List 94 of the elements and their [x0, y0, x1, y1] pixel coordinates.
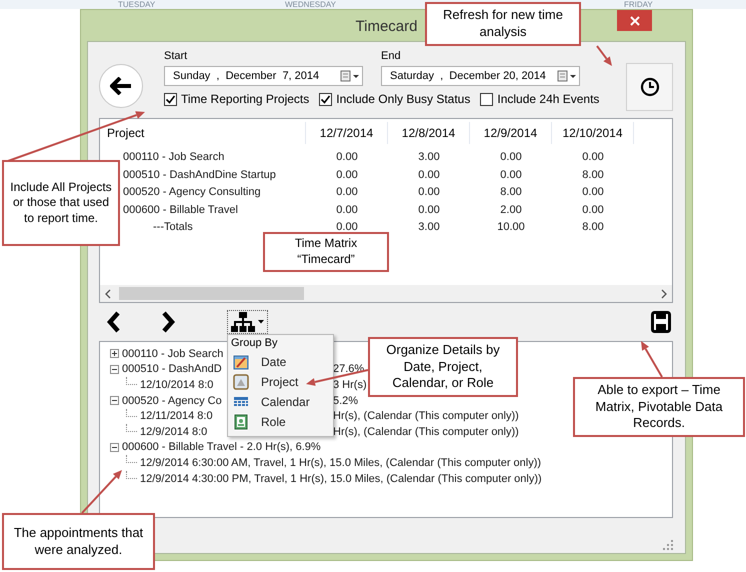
menu-item[interactable]: Role — [228, 412, 333, 432]
tree-item[interactable]: 000110 - Job Search — [122, 348, 224, 360]
tree-item-text: Hr(s), (Calendar (This computer only)) — [333, 426, 519, 438]
table-cell-text: 0.00 — [335, 185, 359, 200]
save-icon[interactable] — [651, 311, 671, 333]
badge-icon — [233, 414, 249, 430]
checkbox[interactable] — [319, 92, 332, 106]
close-icon — [630, 16, 640, 26]
calendar-day-header: WEDNESDAY — [285, 0, 336, 9]
table-cell-text: 0.00 — [581, 185, 605, 200]
menu-heading: Group By — [230, 337, 278, 351]
callout-arrow — [641, 341, 663, 378]
checkbox[interactable] — [480, 92, 494, 106]
chevron-right-icon[interactable] — [160, 311, 176, 333]
tree-item-text: 3 Hr(s) — [333, 378, 367, 391]
collapse-icon[interactable] — [110, 364, 119, 374]
hierarchy-icon — [231, 312, 255, 332]
window-title: Timecard — [356, 18, 418, 35]
checkbox-label: Include Only Busy Status — [336, 92, 470, 106]
table-cell-text: 0.00 — [499, 168, 523, 182]
menu-item[interactable]: Date — [228, 352, 333, 372]
table-cell-text: ---Totals — [152, 220, 194, 235]
tree-item[interactable]: 12/9/2014 8:0 — [140, 426, 208, 438]
table-cell-text: 0.00 — [335, 220, 359, 235]
tree-item[interactable]: 000520 - Agency Co — [122, 394, 222, 407]
scroll-left-icon[interactable] — [104, 288, 112, 298]
refresh-button[interactable] — [626, 63, 673, 111]
checkbox-label: Time Reporting Projects — [181, 92, 310, 106]
table-cell-text: 8.00 — [581, 220, 605, 235]
table-cell-text: 3.00 — [417, 220, 441, 235]
callout-note: Include All Projects or those that used to report time. — [2, 160, 120, 246]
table-cell-text: 0.00 — [335, 202, 359, 218]
table-cell-text: 10.00 — [496, 220, 526, 235]
table-cell-text: 2.00 — [499, 202, 523, 218]
table-cell-text: 8.00 — [581, 168, 605, 182]
column-header[interactable]: 12/9/2014 — [470, 122, 552, 144]
column-header[interactable]: 12/8/2014 — [388, 122, 470, 144]
tree-item[interactable]: 12/9/2014 6:30:00 AM, Travel, 1 Hr(s), 15.0 Miles, (Calendar (This computer only)) — [140, 456, 542, 469]
calendar-pencil-icon — [233, 354, 249, 370]
table-cell-text: 0.00 — [499, 150, 523, 165]
table-cell-text: 0.00 — [417, 185, 441, 200]
date-picker[interactable]: Saturday , December 20, 2014 — [381, 66, 580, 86]
column-header[interactable]: 12/10/2014 — [552, 122, 634, 144]
close-button[interactable] — [617, 10, 652, 31]
column-header[interactable]: 12/7/2014 — [306, 122, 388, 144]
callout-arrow — [81, 470, 122, 514]
callout-arrow — [596, 45, 612, 66]
calendar-dropdown-icon[interactable] — [340, 70, 360, 82]
date-picker[interactable]: Sunday , December 7, 2014 — [164, 66, 363, 86]
clock-icon — [640, 77, 660, 97]
callout-note: Refresh for new time analysis — [425, 2, 581, 46]
table-cell-text: 0.00 — [417, 202, 441, 218]
callout-note: Organize Details by Date, Project, Calendar, or Role — [368, 337, 518, 397]
collapse-icon[interactable] — [110, 396, 119, 406]
table-cell-text: 0.00 — [581, 202, 605, 218]
menu-item[interactable]: Project — [228, 372, 333, 392]
field-label: Start — [164, 50, 188, 62]
tree-item-text: Hr(s), (Calendar (This computer only)) — [333, 410, 519, 422]
tree-item-text: 5.2% — [333, 394, 358, 407]
horizontal-scrollbar[interactable] — [100, 285, 672, 302]
table-cell-text: 0.00 — [581, 150, 605, 165]
tree-item[interactable]: 12/9/2014 4:30:00 PM, Travel, 1 Hr(s), 15.0 Miles, (Calendar (This computer only)) — [140, 472, 542, 485]
table-cell-text: 000510 - DashAndDine Startup — [122, 168, 277, 182]
checkbox-label: Include 24h Events — [497, 92, 600, 106]
collapse-icon[interactable] — [110, 442, 119, 452]
callout-note: Time Matrix “Timecard” — [263, 232, 389, 272]
table-cell-text: 3.00 — [417, 150, 441, 165]
picture-icon — [233, 374, 249, 390]
expand-icon[interactable] — [110, 349, 119, 358]
tree-item[interactable]: 12/11/2014 8:0 — [140, 410, 213, 422]
tree-item[interactable]: 000510 - DashAndD — [122, 363, 222, 376]
table-cell-text: 8.00 — [499, 185, 523, 200]
left-arrow-icon — [110, 77, 132, 95]
calendar-day-header: TUESDAY — [118, 0, 156, 9]
table-cell-text: 0.00 — [417, 168, 441, 182]
calendar-day-header: FRIDAY — [624, 0, 653, 9]
caret-icon — [258, 320, 264, 324]
scroll-right-icon[interactable] — [660, 288, 668, 298]
callout-note: The appointments that were analyzed. — [2, 513, 155, 570]
column-header[interactable]: Project — [100, 122, 306, 144]
callout-note: Able to export – Time Matrix, Pivotable Data Records. — [573, 377, 745, 437]
table-cell-text: 0.00 — [335, 150, 359, 165]
tree-item[interactable]: 000600 - Billable Travel - 2.0 Hr(s), 6.9% — [122, 441, 321, 454]
table-cell-text: 0.00 — [335, 168, 359, 182]
tree-item[interactable]: 12/10/2014 8:0 — [140, 378, 214, 391]
field-label: End — [381, 50, 402, 62]
back-button[interactable] — [99, 64, 143, 108]
scrollbar-thumb[interactable] — [119, 287, 304, 300]
table-cell-text: 000110 - Job Search — [122, 150, 226, 165]
menu-item[interactable]: Calendar — [228, 392, 333, 412]
checkbox[interactable] — [164, 92, 177, 106]
resize-grip-icon[interactable] — [663, 540, 673, 550]
calendar-dropdown-icon[interactable] — [557, 70, 577, 82]
chevron-left-icon[interactable] — [106, 311, 122, 333]
